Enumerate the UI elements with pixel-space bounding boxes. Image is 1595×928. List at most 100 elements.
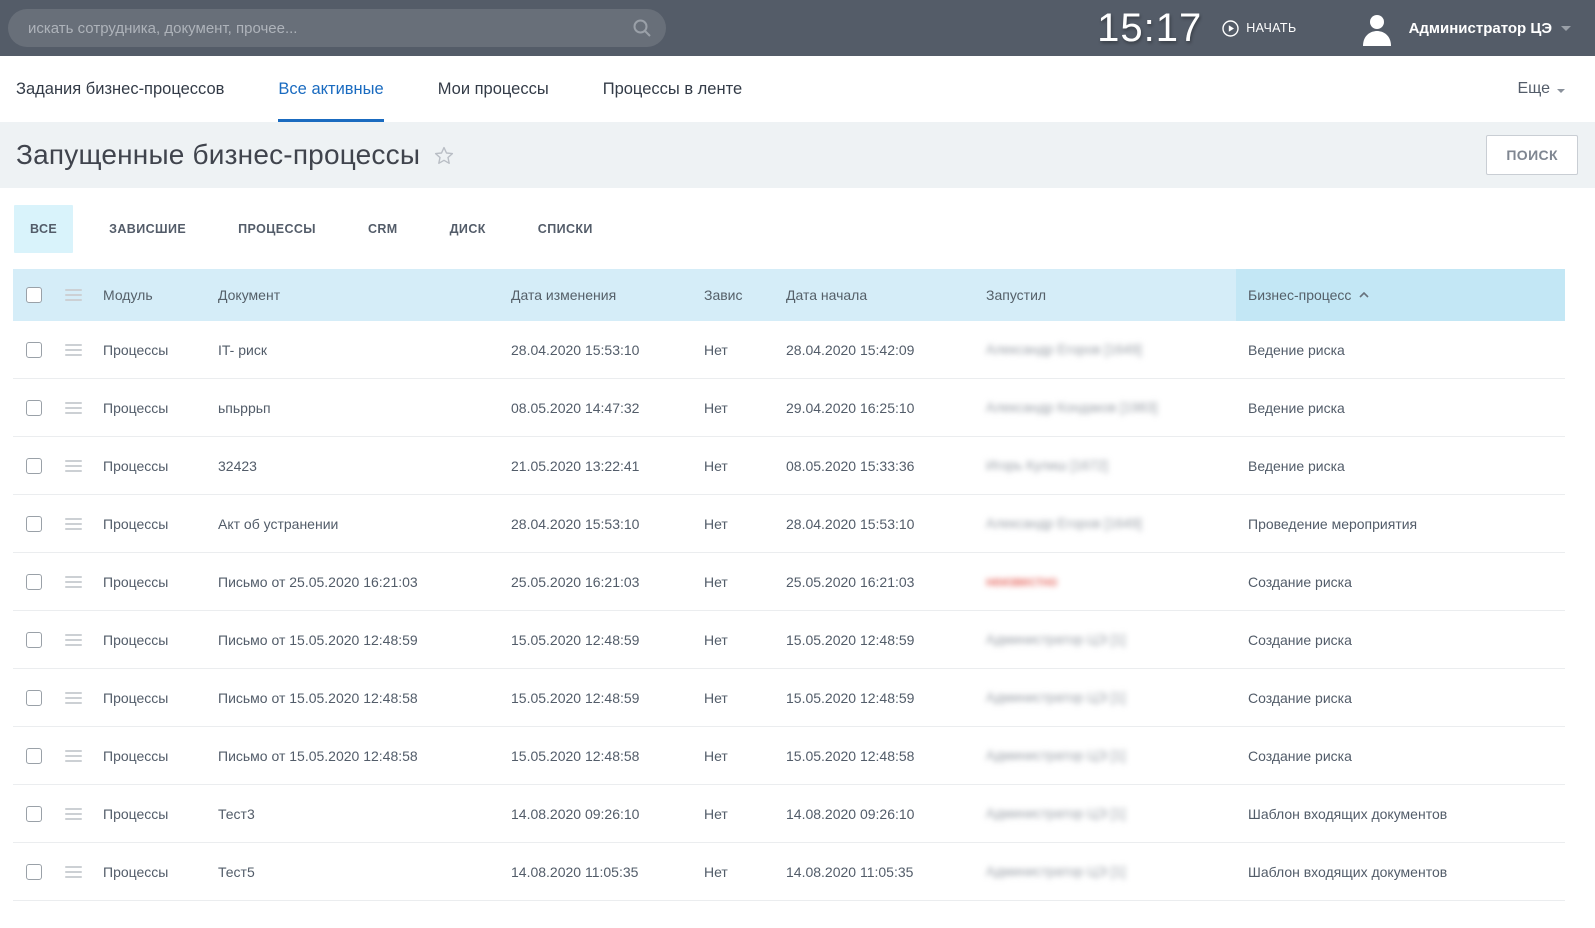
search-button[interactable]: ПОИСК <box>1486 135 1578 175</box>
filter-tab-processes[interactable]: ПРОЦЕССЫ <box>222 205 332 253</box>
start-date-cell: 14.08.2020 11:05:35 <box>774 864 974 880</box>
row-checkbox[interactable] <box>26 342 42 358</box>
search-icon[interactable] <box>632 18 652 38</box>
table-row: Процессы ьпьррьп 08.05.2020 14:47:32 Нет… <box>13 379 1565 437</box>
row-actions-menu[interactable] <box>55 457 91 475</box>
process-cell: Проведение мероприятия <box>1236 516 1565 532</box>
launched-by-cell[interactable]: Администратор ЦЭ [1] <box>974 864 1236 879</box>
filter-tab-stuck[interactable]: ЗАВИСШИЕ <box>93 205 202 253</box>
table-row: Процессы Письмо от 25.05.2020 16:21:03 2… <box>13 553 1565 611</box>
row-actions-menu[interactable] <box>55 631 91 649</box>
column-header-module[interactable]: Модуль <box>91 287 206 303</box>
launched-by-cell[interactable]: Александр Егоров [1649] <box>974 342 1236 357</box>
row-actions-menu[interactable] <box>55 863 91 881</box>
row-actions-menu[interactable] <box>55 573 91 591</box>
module-cell: Процессы <box>91 864 206 880</box>
module-cell: Процессы <box>91 342 206 358</box>
row-checkbox[interactable] <box>26 516 42 532</box>
row-actions-menu[interactable] <box>55 341 91 359</box>
global-search[interactable] <box>8 9 666 47</box>
hamburger-icon <box>65 286 82 304</box>
document-cell: 32423 <box>206 458 499 474</box>
launched-by-cell[interactable]: Администратор ЦЭ [1] <box>974 748 1236 763</box>
favorite-star-icon[interactable] <box>432 144 456 173</box>
launched-by-cell[interactable]: Игорь Кулиш [1672] <box>974 458 1236 473</box>
row-checkbox[interactable] <box>26 458 42 474</box>
start-label: НАЧАТЬ <box>1246 21 1296 35</box>
start-date-cell: 29.04.2020 16:25:10 <box>774 400 974 416</box>
stuck-cell: Нет <box>692 400 774 416</box>
nav-more-label: Еще <box>1517 80 1550 98</box>
launched-by-cell[interactable]: неизвестно <box>974 574 1236 589</box>
stuck-cell: Нет <box>692 574 774 590</box>
tab-my-processes[interactable]: Мои процессы <box>438 56 549 122</box>
filter-tab-disk[interactable]: ДИСК <box>434 205 502 253</box>
column-header-modified[interactable]: Дата изменения <box>499 287 692 303</box>
document-cell: Письмо от 15.05.2020 12:48:58 <box>206 748 499 764</box>
column-header-process-label: Бизнес-процесс <box>1248 287 1351 303</box>
tab-feed-processes[interactable]: Процессы в ленте <box>603 56 742 122</box>
filter-tab-all[interactable]: ВСЕ <box>14 205 73 253</box>
tab-bp-tasks[interactable]: Задания бизнес-процессов <box>16 56 224 122</box>
start-date-cell: 14.08.2020 09:26:10 <box>774 806 974 822</box>
modified-date-cell: 21.05.2020 13:22:41 <box>499 458 692 474</box>
launched-by-cell[interactable]: Александр Кондаков [1983] <box>974 400 1236 415</box>
launched-by-cell[interactable]: Администратор ЦЭ [1] <box>974 690 1236 705</box>
filter-tab-crm[interactable]: CRM <box>352 205 414 253</box>
row-checkbox[interactable] <box>26 574 42 590</box>
document-cell: Тест3 <box>206 806 499 822</box>
hamburger-icon <box>65 689 82 707</box>
stuck-cell: Нет <box>692 748 774 764</box>
launched-by-cell[interactable]: Администратор ЦЭ [1] <box>974 632 1236 647</box>
process-cell: Шаблон входящих документов <box>1236 806 1565 822</box>
nav-more-button[interactable]: Еще <box>1517 56 1565 122</box>
table-row: Процессы Письмо от 15.05.2020 12:48:58 1… <box>13 669 1565 727</box>
hamburger-icon <box>65 457 82 475</box>
row-checkbox[interactable] <box>26 748 42 764</box>
row-checkbox[interactable] <box>26 806 42 822</box>
filter-tabs: ВСЕ ЗАВИСШИЕ ПРОЦЕССЫ CRM ДИСК СПИСКИ <box>0 188 1595 269</box>
table-row: Процессы IT- риск 28.04.2020 15:53:10 Не… <box>13 321 1565 379</box>
column-header-process[interactable]: Бизнес-процесс <box>1236 269 1565 321</box>
modified-date-cell: 28.04.2020 15:53:10 <box>499 516 692 532</box>
row-actions-menu[interactable] <box>55 515 91 533</box>
start-date-cell: 15.05.2020 12:48:59 <box>774 632 974 648</box>
nav-tabs: Задания бизнес-процессов Все активные Мо… <box>0 56 1595 122</box>
row-actions-menu[interactable] <box>55 747 91 765</box>
row-actions-menu[interactable] <box>55 399 91 417</box>
row-checkbox[interactable] <box>26 690 42 706</box>
grid-settings-icon[interactable] <box>55 286 91 304</box>
table-row: Процессы 32423 21.05.2020 13:22:41 Нет 0… <box>13 437 1565 495</box>
row-checkbox[interactable] <box>26 864 42 880</box>
table-row: Процессы Тест5 14.08.2020 11:05:35 Нет 1… <box>13 843 1565 901</box>
row-actions-menu[interactable] <box>55 805 91 823</box>
user-menu[interactable]: Администратор ЦЭ <box>1359 10 1571 46</box>
row-checkbox[interactable] <box>26 400 42 416</box>
module-cell: Процессы <box>91 400 206 416</box>
start-date-cell: 25.05.2020 16:21:03 <box>774 574 974 590</box>
modified-date-cell: 15.05.2020 12:48:58 <box>499 748 692 764</box>
page-title: Запущенные бизнес-процессы <box>16 139 420 171</box>
filter-tab-lists[interactable]: СПИСКИ <box>522 205 609 253</box>
sort-asc-icon <box>1359 292 1369 298</box>
stuck-cell: Нет <box>692 864 774 880</box>
document-cell: ьпьррьп <box>206 400 499 416</box>
column-header-stuck[interactable]: Завис <box>692 287 774 303</box>
row-actions-menu[interactable] <box>55 689 91 707</box>
start-date-cell: 28.04.2020 15:42:09 <box>774 342 974 358</box>
clock[interactable]: 15:17 <box>1097 6 1202 51</box>
process-cell: Ведение риска <box>1236 400 1565 416</box>
row-checkbox[interactable] <box>26 632 42 648</box>
start-timer-button[interactable]: НАЧАТЬ <box>1222 20 1296 37</box>
launched-by-cell[interactable]: Администратор ЦЭ [1] <box>974 806 1236 821</box>
launched-by-cell[interactable]: Александр Егоров [1649] <box>974 516 1236 531</box>
document-cell: Письмо от 25.05.2020 16:21:03 <box>206 574 499 590</box>
tab-all-active[interactable]: Все активные <box>278 56 383 122</box>
column-header-started[interactable]: Дата начала <box>774 287 974 303</box>
search-input[interactable] <box>8 9 666 47</box>
column-header-document[interactable]: Документ <box>206 287 499 303</box>
page-header: Запущенные бизнес-процессы ПОИСК <box>0 122 1595 188</box>
column-header-launched-by[interactable]: Запустил <box>974 287 1236 303</box>
select-all-checkbox[interactable] <box>26 287 42 303</box>
process-cell: Создание риска <box>1236 748 1565 764</box>
